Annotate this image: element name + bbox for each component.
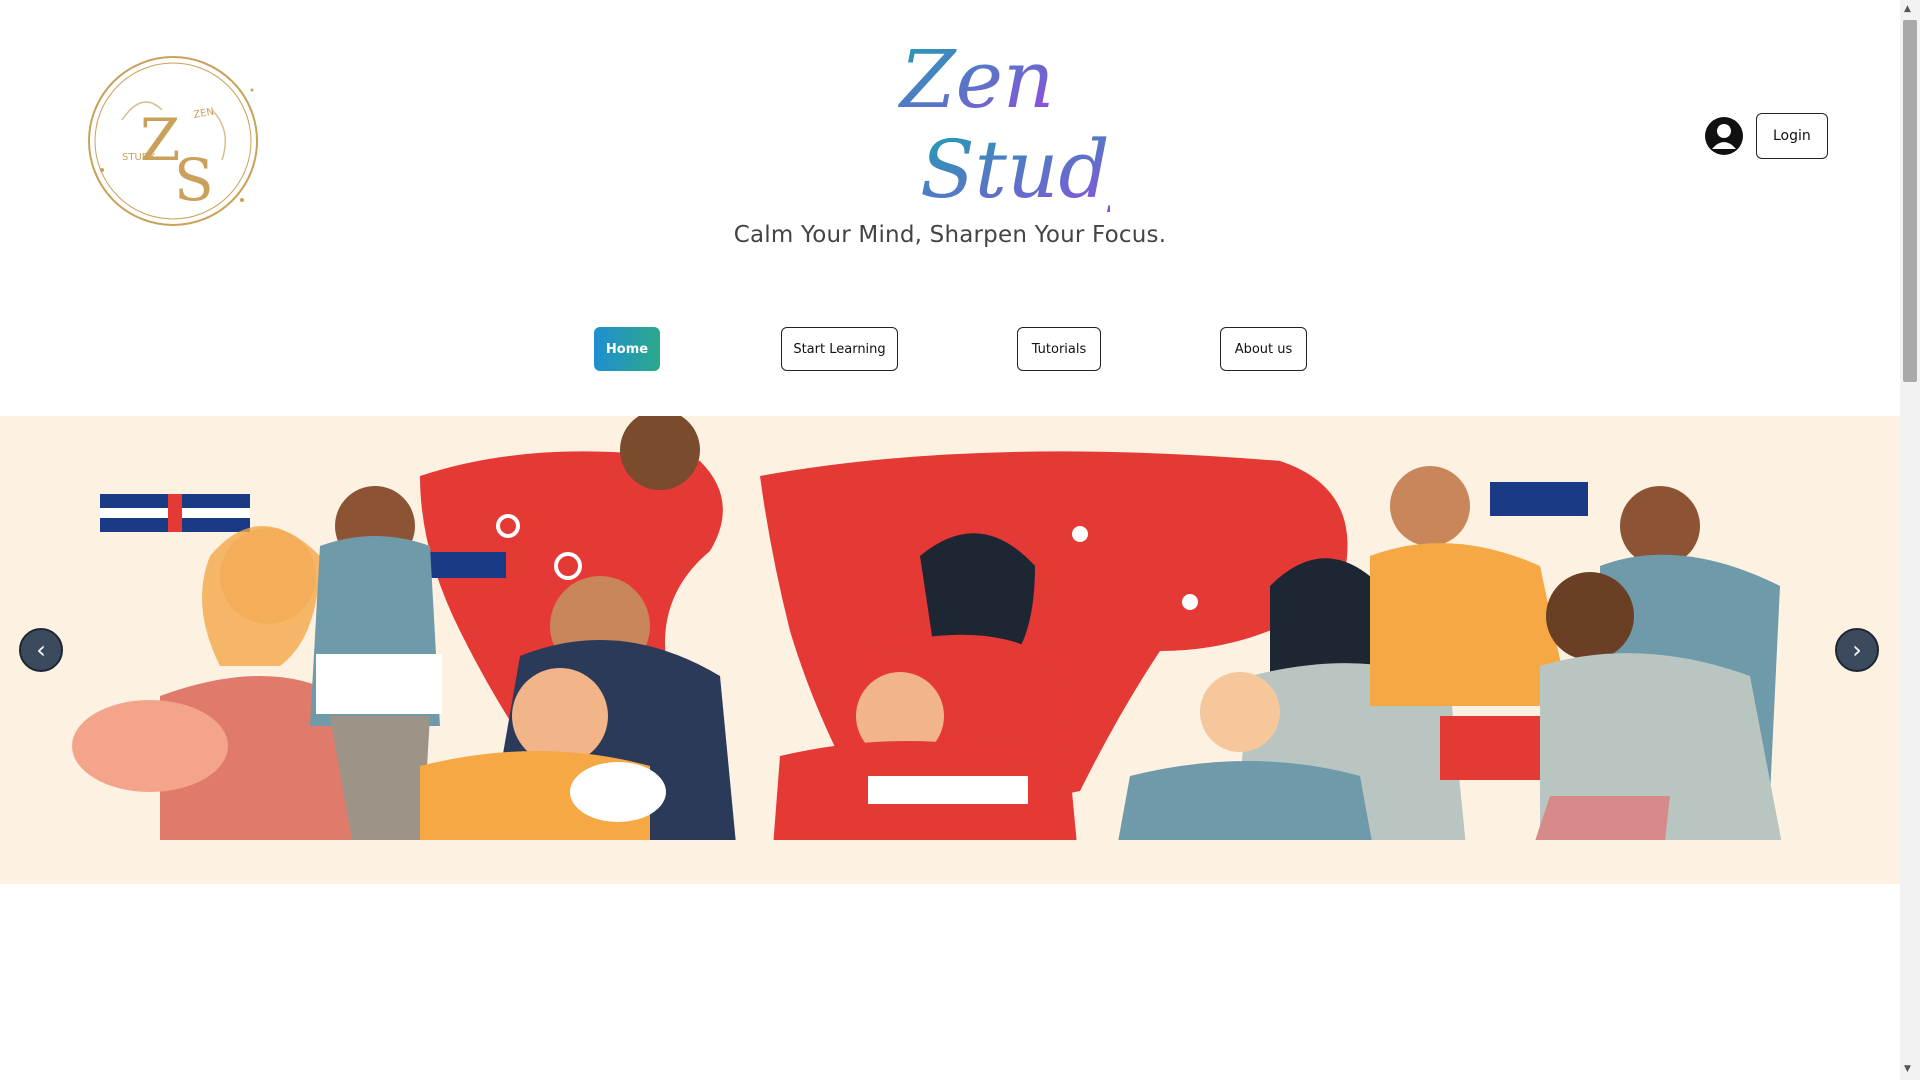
nav-tutorials-button[interactable]: Tutorials: [1017, 327, 1101, 371]
tagline: Calm Your Mind, Sharpen Your Focus.: [733, 222, 1167, 248]
scroll-up-arrow-icon[interactable]: ▲: [1904, 4, 1911, 14]
carousel-banner: [0, 416, 1900, 884]
nav-home-button[interactable]: Home: [594, 327, 660, 371]
svg-text:ZEN: ZEN: [193, 107, 215, 121]
svg-text:Zen: Zen: [897, 33, 1054, 126]
login-button[interactable]: Login: [1756, 113, 1828, 159]
brand-script-logo: Zen Study: [897, 33, 1110, 212]
carousel-next-button[interactable]: ›: [1835, 628, 1879, 672]
nav-start-learning-button[interactable]: Start Learning: [781, 327, 898, 371]
nav-about-us-button[interactable]: About us: [1220, 327, 1307, 371]
user-circle-icon[interactable]: [1704, 116, 1744, 156]
svg-text:Study: Study: [920, 123, 1110, 212]
svg-text:STUDY: STUDY: [122, 152, 156, 163]
user-area: Login: [1704, 113, 1828, 159]
scrollbar-thumb[interactable]: [1903, 20, 1917, 382]
page-scrollbar[interactable]: ▲ ▼: [1900, 0, 1920, 1080]
brand-logo[interactable]: Z S ZEN STUDY: [82, 50, 264, 232]
svg-text:S: S: [174, 146, 214, 214]
world-map-people-illustration: [0, 416, 1900, 884]
scroll-down-arrow-icon[interactable]: ▼: [1904, 1064, 1911, 1074]
carousel-prev-button[interactable]: ‹: [19, 628, 63, 672]
